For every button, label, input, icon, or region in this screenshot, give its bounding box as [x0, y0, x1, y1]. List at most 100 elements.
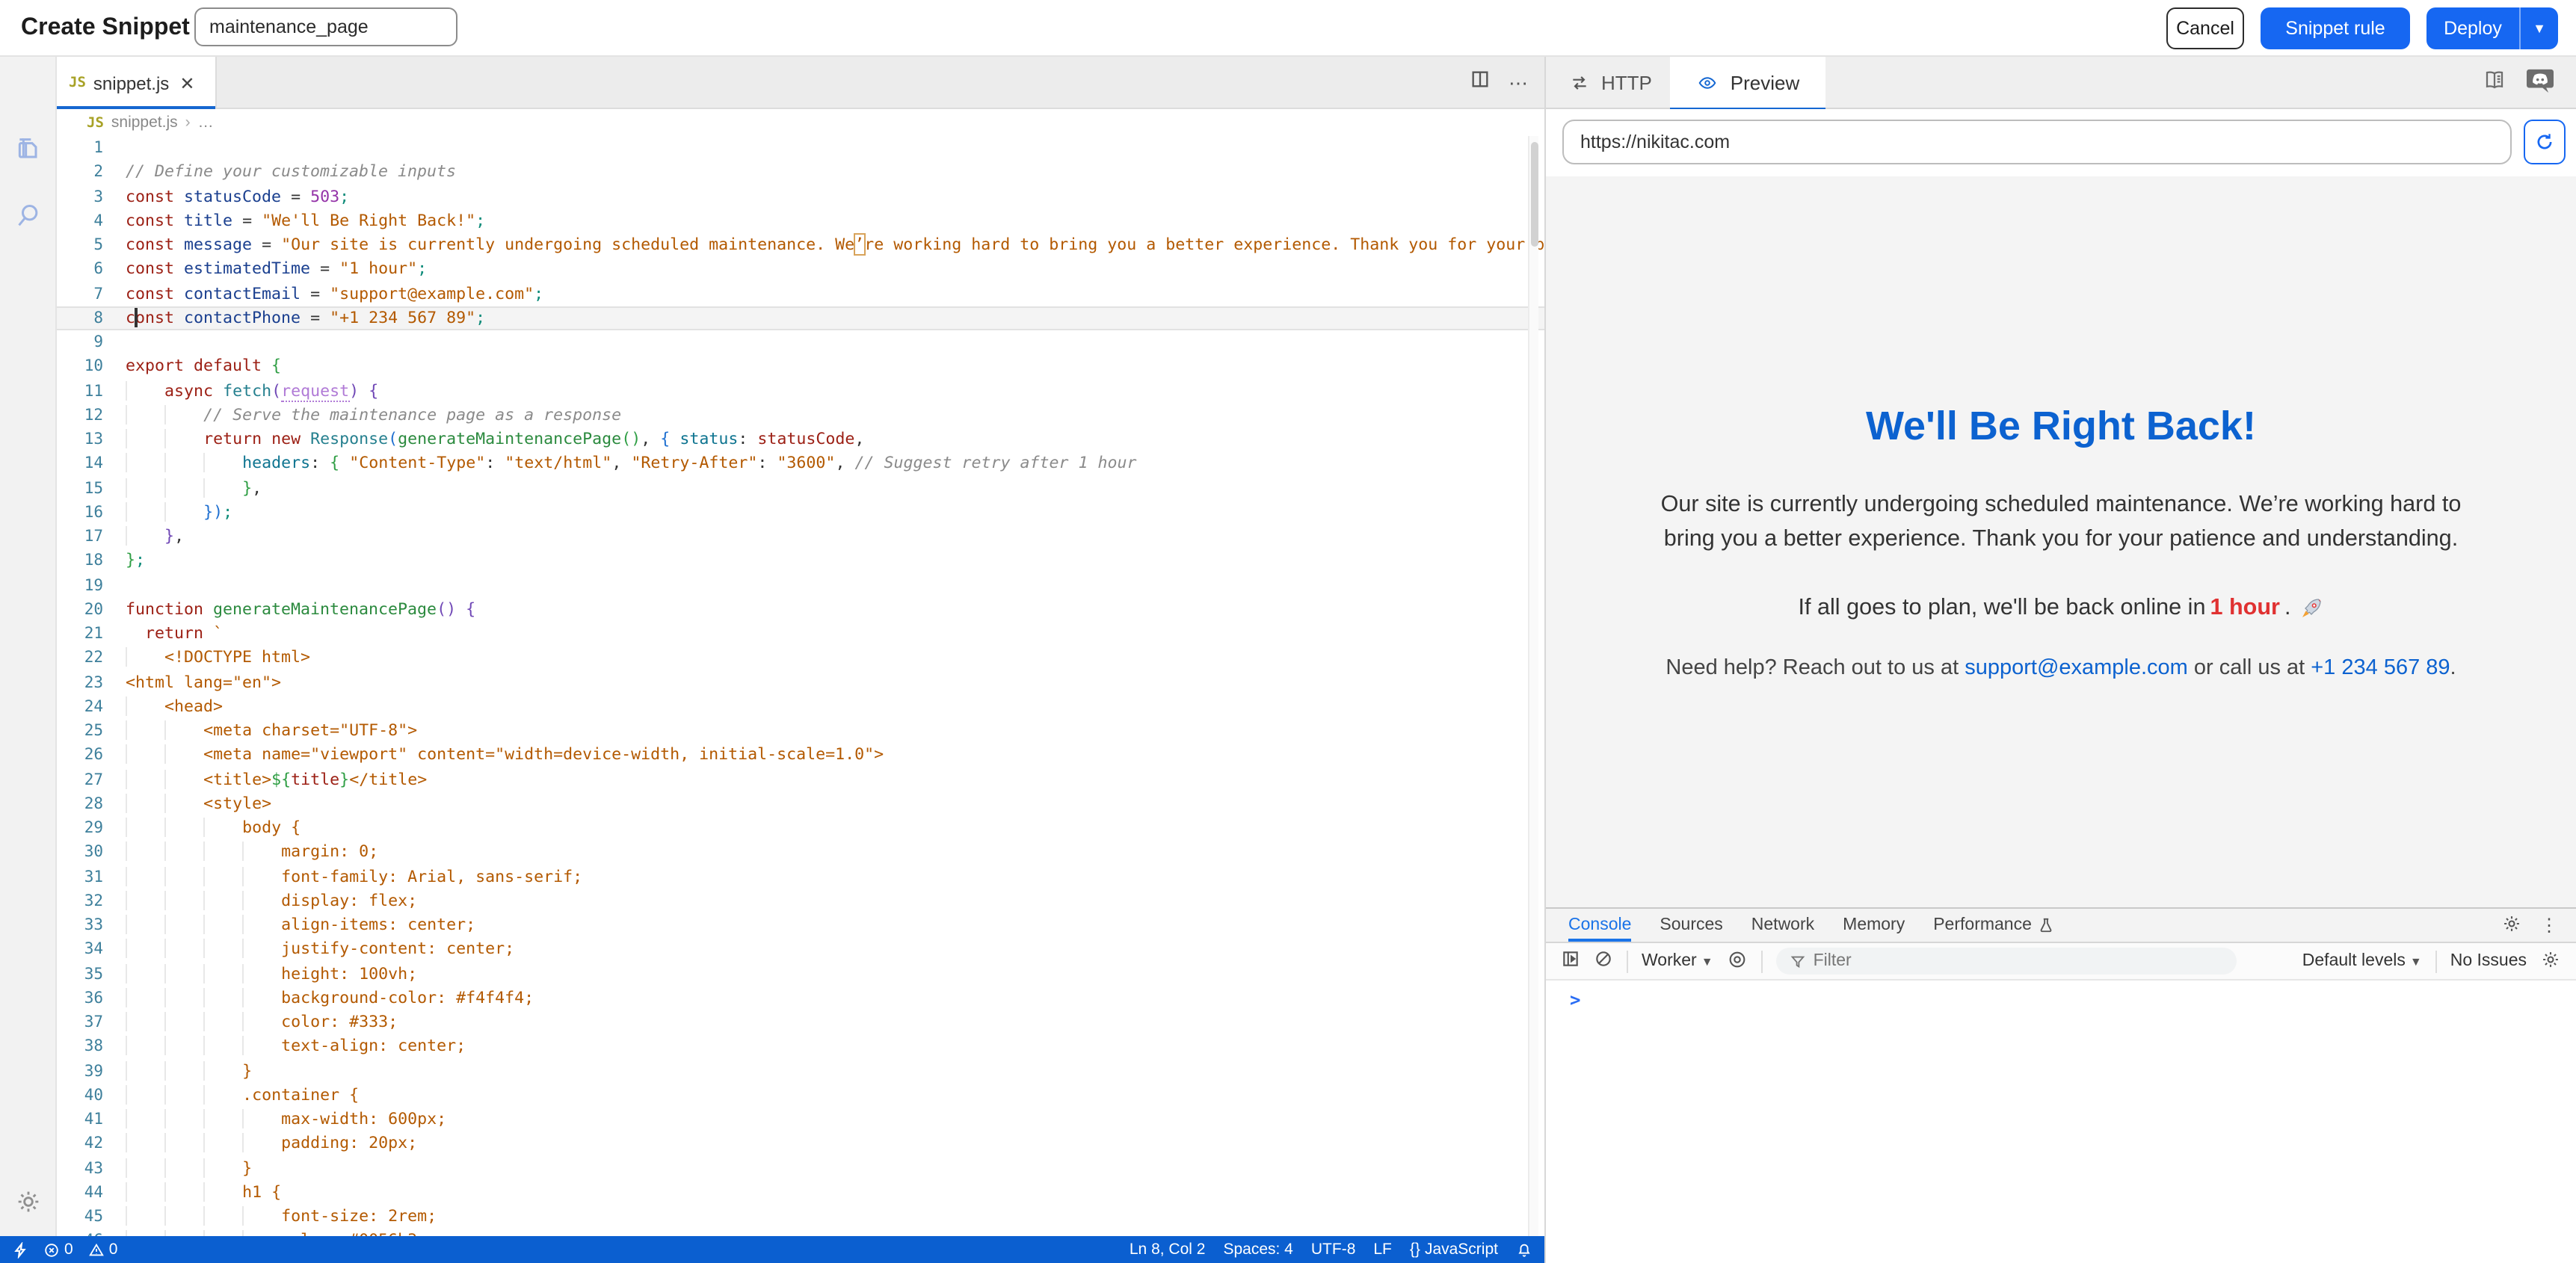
- tab-preview[interactable]: Preview: [1670, 57, 1825, 109]
- code-line[interactable]: 11 async fetch(request) {: [57, 379, 1544, 404]
- files-icon[interactable]: [13, 135, 43, 164]
- scrollbar-thumb[interactable]: [1531, 142, 1538, 247]
- devtools-tab-sources[interactable]: Sources: [1660, 909, 1722, 942]
- code-line[interactable]: 5const message = "Our site is currently …: [57, 233, 1544, 258]
- code-line[interactable]: 46 color: #0056b3;: [57, 1229, 1544, 1237]
- code-line[interactable]: 2// Define your customizable inputs: [57, 161, 1544, 185]
- code-line[interactable]: 4const title = "We'll Be Right Back!";: [57, 209, 1544, 234]
- code-line[interactable]: 8const contactPhone = "+1 234 567 89";: [57, 306, 1544, 331]
- code-line[interactable]: 7const contactEmail = "support@example.c…: [57, 282, 1544, 306]
- code-line[interactable]: 23<html lang="en">: [57, 670, 1544, 695]
- code-line[interactable]: 9: [57, 330, 1544, 355]
- code-line-content[interactable]: display: flex;: [126, 889, 417, 914]
- phone-link[interactable]: +1 234 567 89: [2311, 655, 2450, 679]
- code-line-content[interactable]: headers: { "Content-Type": "text/html", …: [126, 452, 1137, 477]
- code-line[interactable]: 44 h1 {: [57, 1181, 1544, 1205]
- log-levels-selector[interactable]: Default levels ▼: [2302, 952, 2422, 970]
- console-output[interactable]: >: [1546, 981, 2576, 1263]
- code-line[interactable]: 45 font-size: 2rem;: [57, 1205, 1544, 1229]
- code-line[interactable]: 15 },: [57, 476, 1544, 501]
- code-line-content[interactable]: max-width: 600px;: [126, 1108, 446, 1132]
- code-line-content[interactable]: }: [126, 1059, 252, 1084]
- notifications-bell-icon[interactable]: [1516, 1241, 1532, 1258]
- code-line-content[interactable]: padding: 20px;: [126, 1132, 417, 1157]
- devtools-tab-network[interactable]: Network: [1751, 909, 1814, 942]
- code-line-content[interactable]: };: [126, 549, 145, 574]
- console-filter-input[interactable]: Filter: [1776, 948, 2237, 975]
- code-line-content[interactable]: font-size: 2rem;: [126, 1205, 437, 1229]
- code-line[interactable]: 28 <style>: [57, 792, 1544, 817]
- issues-counter[interactable]: No Issues: [2450, 952, 2527, 970]
- close-tab-icon[interactable]: ✕: [179, 72, 194, 93]
- code-line[interactable]: 17 },: [57, 525, 1544, 549]
- console-settings-gear-icon[interactable]: [2540, 948, 2561, 974]
- devtools-tab-memory[interactable]: Memory: [1843, 909, 1905, 942]
- code-line-content[interactable]: },: [126, 525, 184, 549]
- code-editor[interactable]: 12// Define your customizable inputs3con…: [57, 136, 1544, 1236]
- code-line-content[interactable]: justify-content: center;: [126, 938, 514, 963]
- code-line[interactable]: 10export default {: [57, 355, 1544, 380]
- code-line[interactable]: 33 align-items: center;: [57, 913, 1544, 938]
- snippet-name-input[interactable]: [194, 7, 457, 46]
- deploy-button[interactable]: Deploy: [2426, 7, 2519, 49]
- code-line[interactable]: 29 body {: [57, 816, 1544, 841]
- warnings-indicator[interactable]: 0: [88, 1241, 118, 1259]
- remote-indicator-icon[interactable]: [12, 1241, 28, 1258]
- code-line[interactable]: 37 color: #333;: [57, 1010, 1544, 1035]
- devtools-settings-gear-icon[interactable]: [2501, 912, 2522, 938]
- code-line[interactable]: 20function generateMaintenancePage() {: [57, 598, 1544, 623]
- editor-scrollbar[interactable]: [1528, 136, 1538, 1236]
- code-line-content[interactable]: const contactPhone = "+1 234 567 89";: [126, 306, 485, 331]
- code-line-content[interactable]: margin: 0;: [126, 841, 378, 865]
- context-selector[interactable]: Worker ▼: [1642, 952, 1713, 970]
- eol-sequence[interactable]: LF: [1373, 1241, 1392, 1259]
- split-editor-icon[interactable]: [1470, 69, 1491, 97]
- code-line-content[interactable]: return `: [126, 622, 223, 646]
- code-line-content[interactable]: // Define your customizable inputs: [126, 161, 456, 185]
- code-line[interactable]: 35 height: 100vh;: [57, 962, 1544, 986]
- code-line-content[interactable]: <!DOCTYPE html>: [126, 646, 310, 671]
- code-line[interactable]: 26 <meta name="viewport" content="width=…: [57, 744, 1544, 768]
- language-mode[interactable]: {} JavaScript: [1410, 1241, 1498, 1259]
- code-line[interactable]: 16 });: [57, 501, 1544, 525]
- code-line-content[interactable]: <title>${title}</title>: [126, 768, 427, 792]
- code-line-content[interactable]: const message = "Our site is currently u…: [126, 233, 1544, 258]
- code-line-content[interactable]: const statusCode = 503;: [126, 185, 349, 209]
- devtools-kebab-menu-icon[interactable]: ⋮: [2540, 915, 2558, 936]
- code-line-content[interactable]: function generateMaintenancePage() {: [126, 598, 475, 623]
- code-line-content[interactable]: <style>: [126, 792, 271, 817]
- preview-url-input[interactable]: [1562, 120, 2512, 164]
- devtools-tab-console[interactable]: Console: [1568, 909, 1631, 942]
- code-line-content[interactable]: text-align: center;: [126, 1035, 466, 1060]
- code-line-content[interactable]: export default {: [126, 355, 281, 380]
- code-line-content[interactable]: .container {: [126, 1084, 359, 1108]
- code-line[interactable]: 30 margin: 0;: [57, 841, 1544, 865]
- live-expression-eye-icon[interactable]: [1727, 948, 1748, 974]
- discord-icon[interactable]: [2525, 66, 2555, 100]
- code-line-content[interactable]: const estimatedTime = "1 hour";: [126, 258, 427, 282]
- code-line-content[interactable]: // Serve the maintenance page as a respo…: [126, 404, 621, 428]
- code-line[interactable]: 42 padding: 20px;: [57, 1132, 1544, 1157]
- code-line-content[interactable]: body {: [126, 816, 301, 841]
- code-line[interactable]: 25 <meta charset="UTF-8">: [57, 719, 1544, 744]
- code-line-content[interactable]: <html lang="en">: [126, 670, 281, 695]
- code-line-content[interactable]: }: [126, 1156, 252, 1181]
- breadcrumb-more[interactable]: …: [198, 114, 214, 132]
- settings-gear-icon[interactable]: [13, 1187, 43, 1217]
- refresh-button[interactable]: [2524, 120, 2566, 164]
- code-line-content[interactable]: return new Response(generateMaintenanceP…: [126, 427, 864, 452]
- code-line[interactable]: 21 return `: [57, 622, 1544, 646]
- devtools-tab-performance[interactable]: Performance: [1933, 909, 2054, 942]
- code-line-content[interactable]: color: #333;: [126, 1010, 398, 1035]
- console-sidebar-toggle-icon[interactable]: [1561, 949, 1580, 973]
- clear-console-icon[interactable]: [1594, 949, 1613, 973]
- more-actions-icon[interactable]: ⋯: [1509, 71, 1529, 95]
- code-line[interactable]: 41 max-width: 600px;: [57, 1108, 1544, 1132]
- code-line-content[interactable]: async fetch(request) {: [126, 379, 378, 404]
- code-line-content[interactable]: <meta name="viewport" content="width=dev…: [126, 744, 884, 768]
- breadcrumb[interactable]: JS snippet.js › …: [57, 109, 1544, 136]
- code-line-content[interactable]: });: [126, 501, 232, 525]
- code-line-content[interactable]: const contactEmail = "support@example.co…: [126, 282, 543, 306]
- deploy-dropdown-button[interactable]: ▼: [2519, 7, 2558, 49]
- code-line[interactable]: 6const estimatedTime = "1 hour";: [57, 258, 1544, 282]
